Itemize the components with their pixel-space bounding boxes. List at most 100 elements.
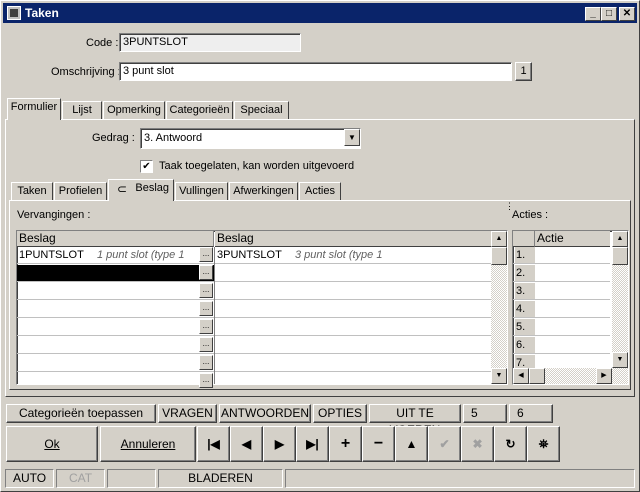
code-label: Code : <box>86 37 119 49</box>
refresh-button[interactable]: ↻ <box>494 426 527 462</box>
actie-column-header[interactable]: Actie <box>535 231 610 247</box>
scroll-left-icon[interactable]: ◀ <box>513 368 529 384</box>
lookup-button[interactable]: ... <box>199 319 213 334</box>
up-icon: ▲ <box>405 437 418 451</box>
scroll-thumb[interactable] <box>612 247 628 265</box>
prev-record-button[interactable]: ◀ <box>230 426 263 462</box>
table-row[interactable] <box>215 265 491 282</box>
status-mode: BLADEREN <box>158 469 283 488</box>
table-row[interactable]: ... <box>17 283 214 300</box>
cancel-x-icon: ✖ <box>472 437 483 451</box>
table-row[interactable]: ... <box>17 301 214 318</box>
antwoorden-button[interactable]: ANTWOORDEN <box>219 404 311 423</box>
list-item[interactable]: 2. <box>513 265 610 282</box>
lookup-button[interactable]: ... <box>199 301 213 316</box>
scroll-up-icon[interactable]: ▲ <box>612 231 628 247</box>
status-auto: AUTO <box>5 469 54 488</box>
maximize-button[interactable]: □ <box>601 7 617 21</box>
tab-speciaal[interactable]: Speciaal <box>234 101 289 120</box>
lookup-button[interactable]: ... <box>199 247 213 262</box>
scroll-thumb[interactable] <box>491 247 507 265</box>
vertical-scrollbar[interactable]: ▲ ▼ <box>491 231 507 384</box>
table-row[interactable] <box>215 283 491 300</box>
next-record-button[interactable]: ▶ <box>263 426 296 462</box>
table-row[interactable] <box>215 355 491 372</box>
button-5[interactable]: 5 <box>463 404 507 423</box>
taak-toegelaten-label: Taak toegelaten, kan worden uitgevoerd <box>159 160 355 172</box>
table-row[interactable]: ... <box>17 355 214 372</box>
app-icon <box>7 6 21 20</box>
list-item[interactable]: 3. <box>513 283 610 300</box>
table-row[interactable] <box>215 337 491 354</box>
prev-icon: ◀ <box>241 437 252 451</box>
annuleren-button[interactable]: Annuleren <box>100 426 196 462</box>
table-row[interactable]: 1PUNTSLOT 1 punt slot (type 1 ... <box>17 247 214 264</box>
table-row[interactable] <box>215 319 491 336</box>
omschrijving-lang-button[interactable]: 1 <box>515 62 532 81</box>
list-item[interactable]: 4. <box>513 301 610 318</box>
lookup-button[interactable]: ... <box>199 283 213 298</box>
refresh-icon: ↻ <box>505 437 516 451</box>
table-row[interactable]: ... <box>17 373 214 390</box>
ok-button[interactable]: Ok <box>6 426 98 462</box>
scroll-up-icon[interactable]: ▲ <box>491 231 507 247</box>
categorieen-toepassen-button[interactable]: Categorieën toepassen <box>6 404 156 423</box>
omschrijving-field[interactable]: 3 punt slot <box>119 62 512 81</box>
left-code: 1PUNTSLOT <box>19 249 84 261</box>
edit-record-button[interactable]: ▲ <box>395 426 428 462</box>
opties-button[interactable]: OPTIES <box>313 404 367 423</box>
acties-horizontal-scrollbar[interactable]: ◀ ▶ <box>513 368 628 384</box>
last-record-button[interactable]: ▶| <box>296 426 329 462</box>
subtab-beslag[interactable]: ⊂ Beslag <box>108 179 174 201</box>
scroll-right-icon[interactable]: ▶ <box>596 368 612 384</box>
table-row[interactable]: ... <box>17 319 214 336</box>
subtab-profielen[interactable]: Profielen <box>54 182 107 201</box>
list-item[interactable]: 6. <box>513 337 610 354</box>
table-row[interactable] <box>215 301 491 318</box>
lookup-button[interactable]: ... <box>199 337 213 352</box>
subtab-taken[interactable]: Taken <box>11 182 53 201</box>
acties-vertical-scrollbar[interactable]: ▲ ▼ <box>612 231 628 368</box>
list-item[interactable]: 5. <box>513 319 610 336</box>
subtab-afwerkingen[interactable]: Afwerkingen <box>229 182 298 201</box>
minimize-button[interactable]: _ <box>585 7 601 21</box>
uit-te-voeren-button[interactable]: UIT TE VOEREN <box>369 404 461 437</box>
tab-categorieen[interactable]: Categorieën <box>166 101 233 120</box>
left-column-header[interactable]: Beslag <box>17 231 214 247</box>
table-row[interactable]: 3PUNTSLOT 3 punt slot (type 1 <box>215 247 491 264</box>
lookup-button[interactable]: ... <box>199 355 213 370</box>
first-record-button[interactable]: |◀ <box>197 426 230 462</box>
minus-icon: − <box>373 435 384 452</box>
table-row-selected[interactable]: ... <box>17 265 214 282</box>
vervangingen-label: Vervangingen : <box>17 209 91 221</box>
right-desc: 3 punt slot (type 1 <box>295 249 383 261</box>
add-record-button[interactable]: + <box>329 426 362 462</box>
subtab-vullingen[interactable]: Vullingen <box>175 182 228 201</box>
table-row[interactable]: ... <box>17 337 214 354</box>
subtab-acties[interactable]: Acties <box>299 182 341 201</box>
scroll-down-icon[interactable]: ▼ <box>612 352 628 368</box>
right-column-header[interactable]: Beslag <box>215 231 491 247</box>
close-button[interactable]: ✕ <box>619 7 635 21</box>
lookup-button[interactable]: ... <box>199 265 213 280</box>
tab-lijst[interactable]: Lijst <box>62 101 102 120</box>
vragen-button[interactable]: VRAGEN <box>158 404 217 423</box>
delete-record-button[interactable]: − <box>362 426 395 462</box>
tab-opmerking[interactable]: Opmerking <box>103 101 165 120</box>
tab-formulier[interactable]: Formulier <box>7 98 61 120</box>
post-record-button[interactable]: ✔ <box>428 426 461 462</box>
scroll-down-icon[interactable]: ▼ <box>491 368 507 384</box>
scroll-thumb-h[interactable] <box>529 368 545 384</box>
gedrag-select[interactable]: 3. Antwoord ▼ <box>140 128 361 149</box>
cancel-record-button[interactable]: ✖ <box>461 426 494 462</box>
button-6[interactable]: 6 <box>509 404 553 423</box>
search-button[interactable]: ⛯ <box>527 426 560 462</box>
binoculars-icon: ⛯ <box>538 437 549 451</box>
title-bar: Taken _ □ ✕ <box>3 3 637 23</box>
chevron-down-icon[interactable]: ▼ <box>344 129 360 146</box>
list-item[interactable]: 1. <box>513 247 610 264</box>
paperclip-icon: ⊂ <box>117 182 128 196</box>
taak-toegelaten-checkbox[interactable]: ✔ <box>140 160 153 173</box>
lookup-button[interactable]: ... <box>199 373 213 388</box>
code-field[interactable]: 3PUNTSLOT <box>119 33 301 52</box>
